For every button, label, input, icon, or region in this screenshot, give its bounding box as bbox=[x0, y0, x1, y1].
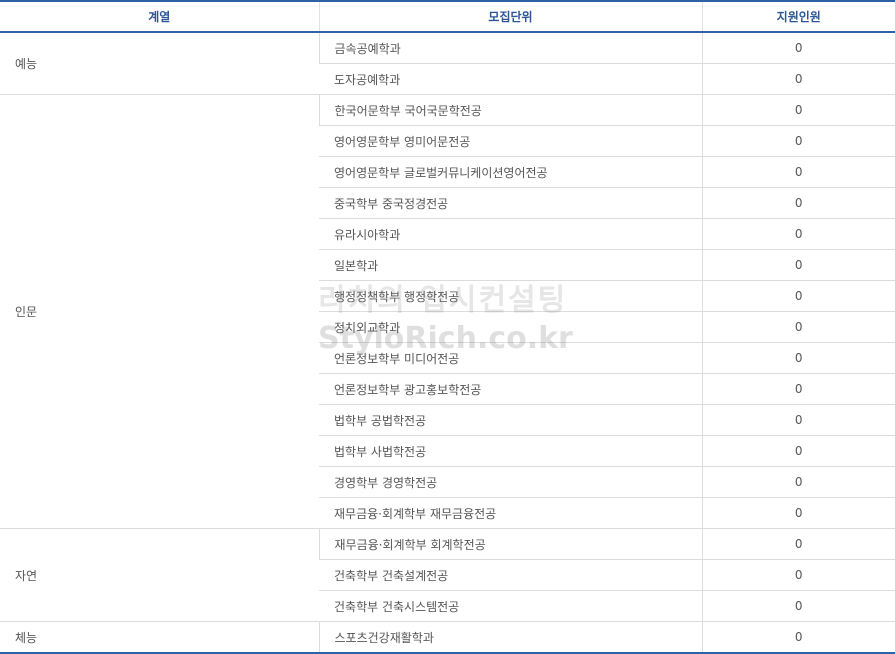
unit-cell: 법학부 사법학전공 bbox=[319, 435, 702, 467]
applicants-cell: 0 bbox=[701, 125, 895, 157]
unit-cell: 한국어문학부 국어국문학전공 bbox=[318, 94, 702, 126]
applicants-cell: 0 bbox=[701, 404, 895, 436]
unit-cell: 행정정책학부 행정학전공 bbox=[319, 280, 702, 312]
unit-cell: 언론정보학부 미디어전공 bbox=[319, 342, 702, 374]
applicants-cell: 0 bbox=[701, 435, 895, 467]
category-cell: 자연 bbox=[0, 528, 319, 622]
unit-cell: 언론정보학부 광고홍보학전공 bbox=[319, 373, 702, 405]
applicant-table: 계열 모집단위 지원인원 예능 금속공예학과 0 도자공예학과 0 인문 한국어문학부 국어… bbox=[0, 0, 895, 654]
category-cell: 체능 bbox=[0, 621, 319, 654]
unit-cell: 재무금융·회계학부 회계학전공 bbox=[318, 528, 702, 560]
header-applicants: 지원인원 bbox=[701, 0, 895, 33]
header-category: 계열 bbox=[0, 0, 319, 33]
unit-cell: 법학부 공법학전공 bbox=[319, 404, 702, 436]
applicants-cell: 0 bbox=[701, 466, 895, 498]
unit-cell: 건축학부 건축설계전공 bbox=[319, 559, 702, 591]
unit-cell: 스포츠건강재활학과 bbox=[318, 621, 702, 654]
applicants-cell: 0 bbox=[701, 528, 895, 560]
unit-cell: 유라시아학과 bbox=[319, 218, 702, 250]
unit-cell: 영어영문학부 영미어문전공 bbox=[319, 125, 702, 157]
applicants-cell: 0 bbox=[701, 497, 895, 529]
category-cell: 예능 bbox=[0, 32, 319, 95]
table-body: 예능 금속공예학과 0 도자공예학과 0 인문 한국어문학부 국어국문학전공 0 영어영문학부 … bbox=[0, 32, 895, 654]
applicants-cell: 0 bbox=[701, 156, 895, 188]
applicants-cell: 0 bbox=[701, 218, 895, 250]
table-row: 예능 금속공예학과 0 bbox=[0, 32, 895, 95]
unit-cell: 영어영문학부 글로벌커뮤니케이션영어전공 bbox=[319, 156, 702, 188]
applicants-cell: 0 bbox=[701, 32, 895, 64]
unit-cell: 중국학부 중국정경전공 bbox=[319, 187, 702, 219]
unit-cell: 건축학부 건축시스템전공 bbox=[319, 590, 702, 622]
unit-cell: 일본학과 bbox=[319, 249, 702, 281]
table-header-row: 계열 모집단위 지원인원 bbox=[0, 0, 895, 33]
unit-cell: 금속공예학과 bbox=[318, 32, 702, 64]
unit-cell: 도자공예학과 bbox=[319, 63, 702, 95]
applicants-cell: 0 bbox=[701, 373, 895, 405]
applicants-cell: 0 bbox=[701, 63, 895, 95]
unit-cell: 정치외교학과 bbox=[319, 311, 702, 343]
header-unit: 모집단위 bbox=[318, 0, 702, 33]
table-row: 체능 스포츠건강재활학과 0 bbox=[0, 621, 895, 654]
applicants-cell: 0 bbox=[701, 187, 895, 219]
applicants-cell: 0 bbox=[701, 94, 895, 126]
table-row: 자연 재무금융·회계학부 회계학전공 0 bbox=[0, 528, 895, 622]
applicants-cell: 0 bbox=[701, 559, 895, 591]
applicants-cell: 0 bbox=[701, 590, 895, 622]
applicants-cell: 0 bbox=[701, 249, 895, 281]
category-cell: 인문 bbox=[0, 94, 319, 529]
table-row: 인문 한국어문학부 국어국문학전공 0 bbox=[0, 94, 895, 529]
applicants-cell: 0 bbox=[701, 621, 895, 654]
applicants-cell: 0 bbox=[701, 342, 895, 374]
unit-cell: 재무금융·회계학부 재무금융전공 bbox=[319, 497, 702, 529]
applicants-cell: 0 bbox=[701, 280, 895, 312]
unit-cell: 경영학부 경영학전공 bbox=[319, 466, 702, 498]
applicants-cell: 0 bbox=[701, 311, 895, 343]
